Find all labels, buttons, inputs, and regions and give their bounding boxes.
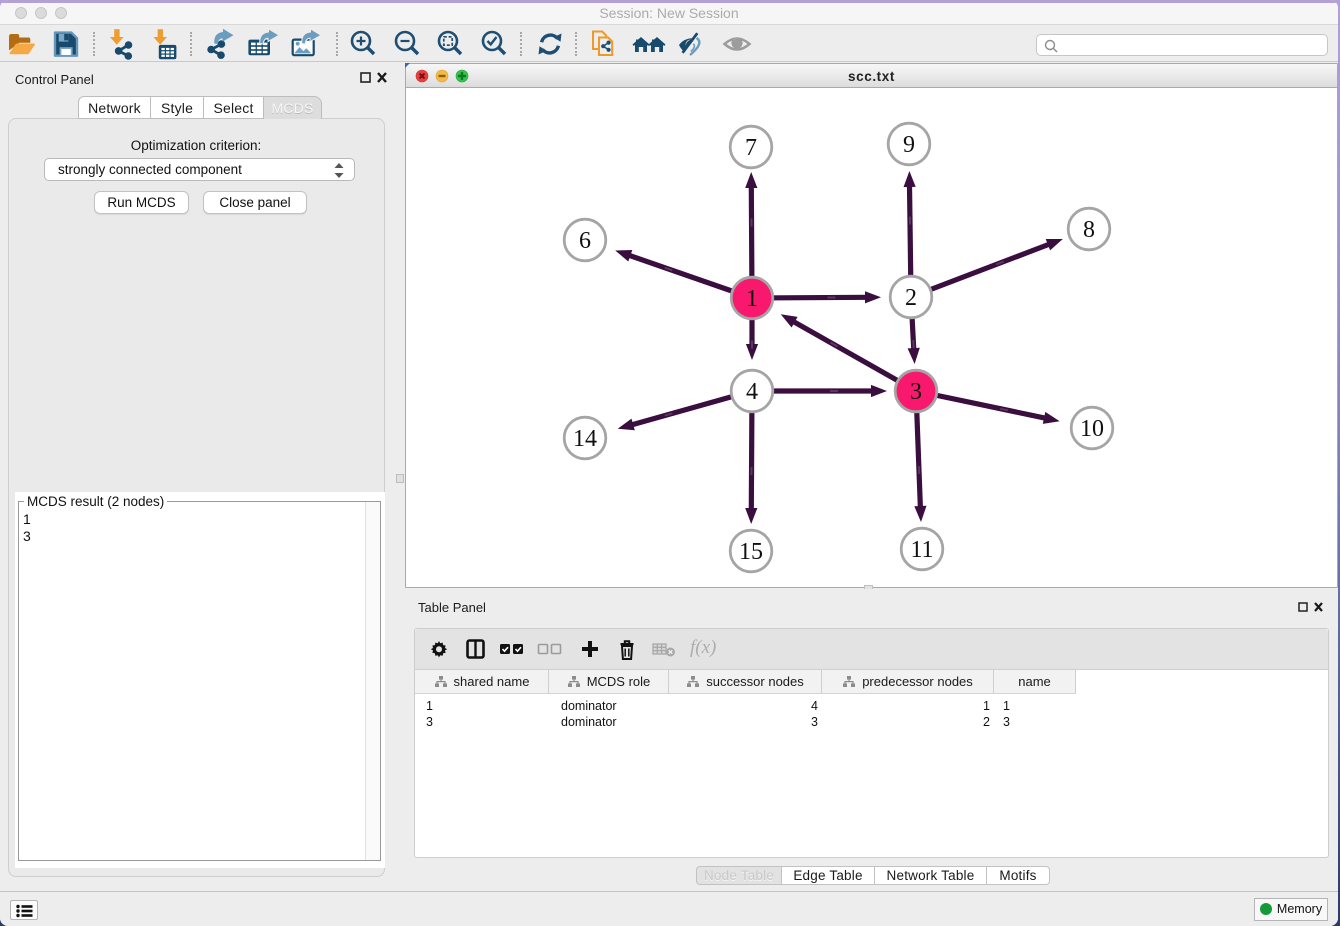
svg-text:6: 6 [579, 228, 591, 254]
svg-text:3: 3 [910, 379, 922, 405]
svg-text:1: 1 [746, 286, 758, 312]
svg-text:15: 15 [739, 539, 763, 565]
svg-text:11: 11 [910, 537, 933, 563]
svg-text:10: 10 [1080, 416, 1104, 442]
svg-text:9: 9 [903, 132, 915, 158]
svg-text:2: 2 [905, 285, 917, 311]
svg-text:14: 14 [573, 426, 597, 452]
svg-text:8: 8 [1083, 217, 1095, 243]
svg-text:4: 4 [746, 379, 758, 405]
svg-text:7: 7 [745, 135, 757, 161]
